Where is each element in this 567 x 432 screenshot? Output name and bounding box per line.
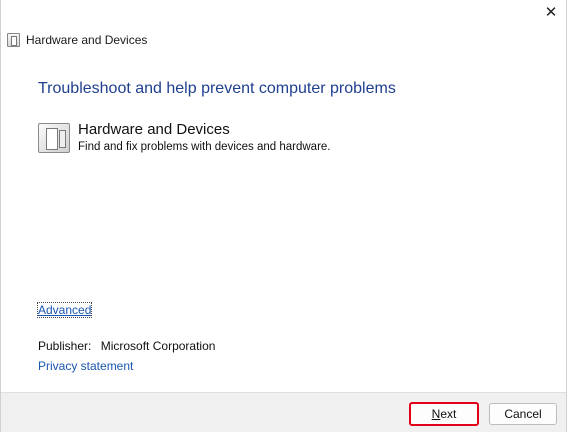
title-bar: Hardware and Devices: [7, 30, 147, 50]
task-description: Find and fix problems with devices and h…: [78, 141, 331, 153]
next-label-rest: ext: [440, 407, 457, 421]
cancel-button[interactable]: Cancel: [489, 403, 557, 425]
task-text: Hardware and Devices Find and fix proble…: [78, 121, 331, 155]
publisher-label: Publisher:: [38, 339, 92, 353]
next-button[interactable]: Next: [409, 402, 479, 426]
next-accelerator: N: [431, 407, 441, 421]
advanced-link[interactable]: Advanced: [36, 302, 93, 318]
close-button[interactable]: ✕: [536, 0, 566, 24]
privacy-statement-link[interactable]: Privacy statement: [38, 359, 133, 373]
hardware-devices-icon: [38, 123, 70, 153]
publisher-info: Publisher: Microsoft Corporation: [38, 339, 215, 353]
publisher-value: Microsoft Corporation: [100, 339, 216, 353]
task-title: Hardware and Devices: [78, 121, 230, 138]
troubleshooter-window: ✕ Hardware and Devices Troubleshoot and …: [0, 0, 567, 432]
window-title: Hardware and Devices: [26, 33, 148, 47]
close-icon: ✕: [544, 4, 558, 21]
page-heading: Troubleshoot and help prevent computer p…: [38, 80, 396, 97]
hardware-devices-icon: [7, 33, 20, 47]
troubleshooter-task: Hardware and Devices Find and fix proble…: [38, 121, 331, 155]
footer-bar: Next Cancel: [1, 392, 566, 432]
